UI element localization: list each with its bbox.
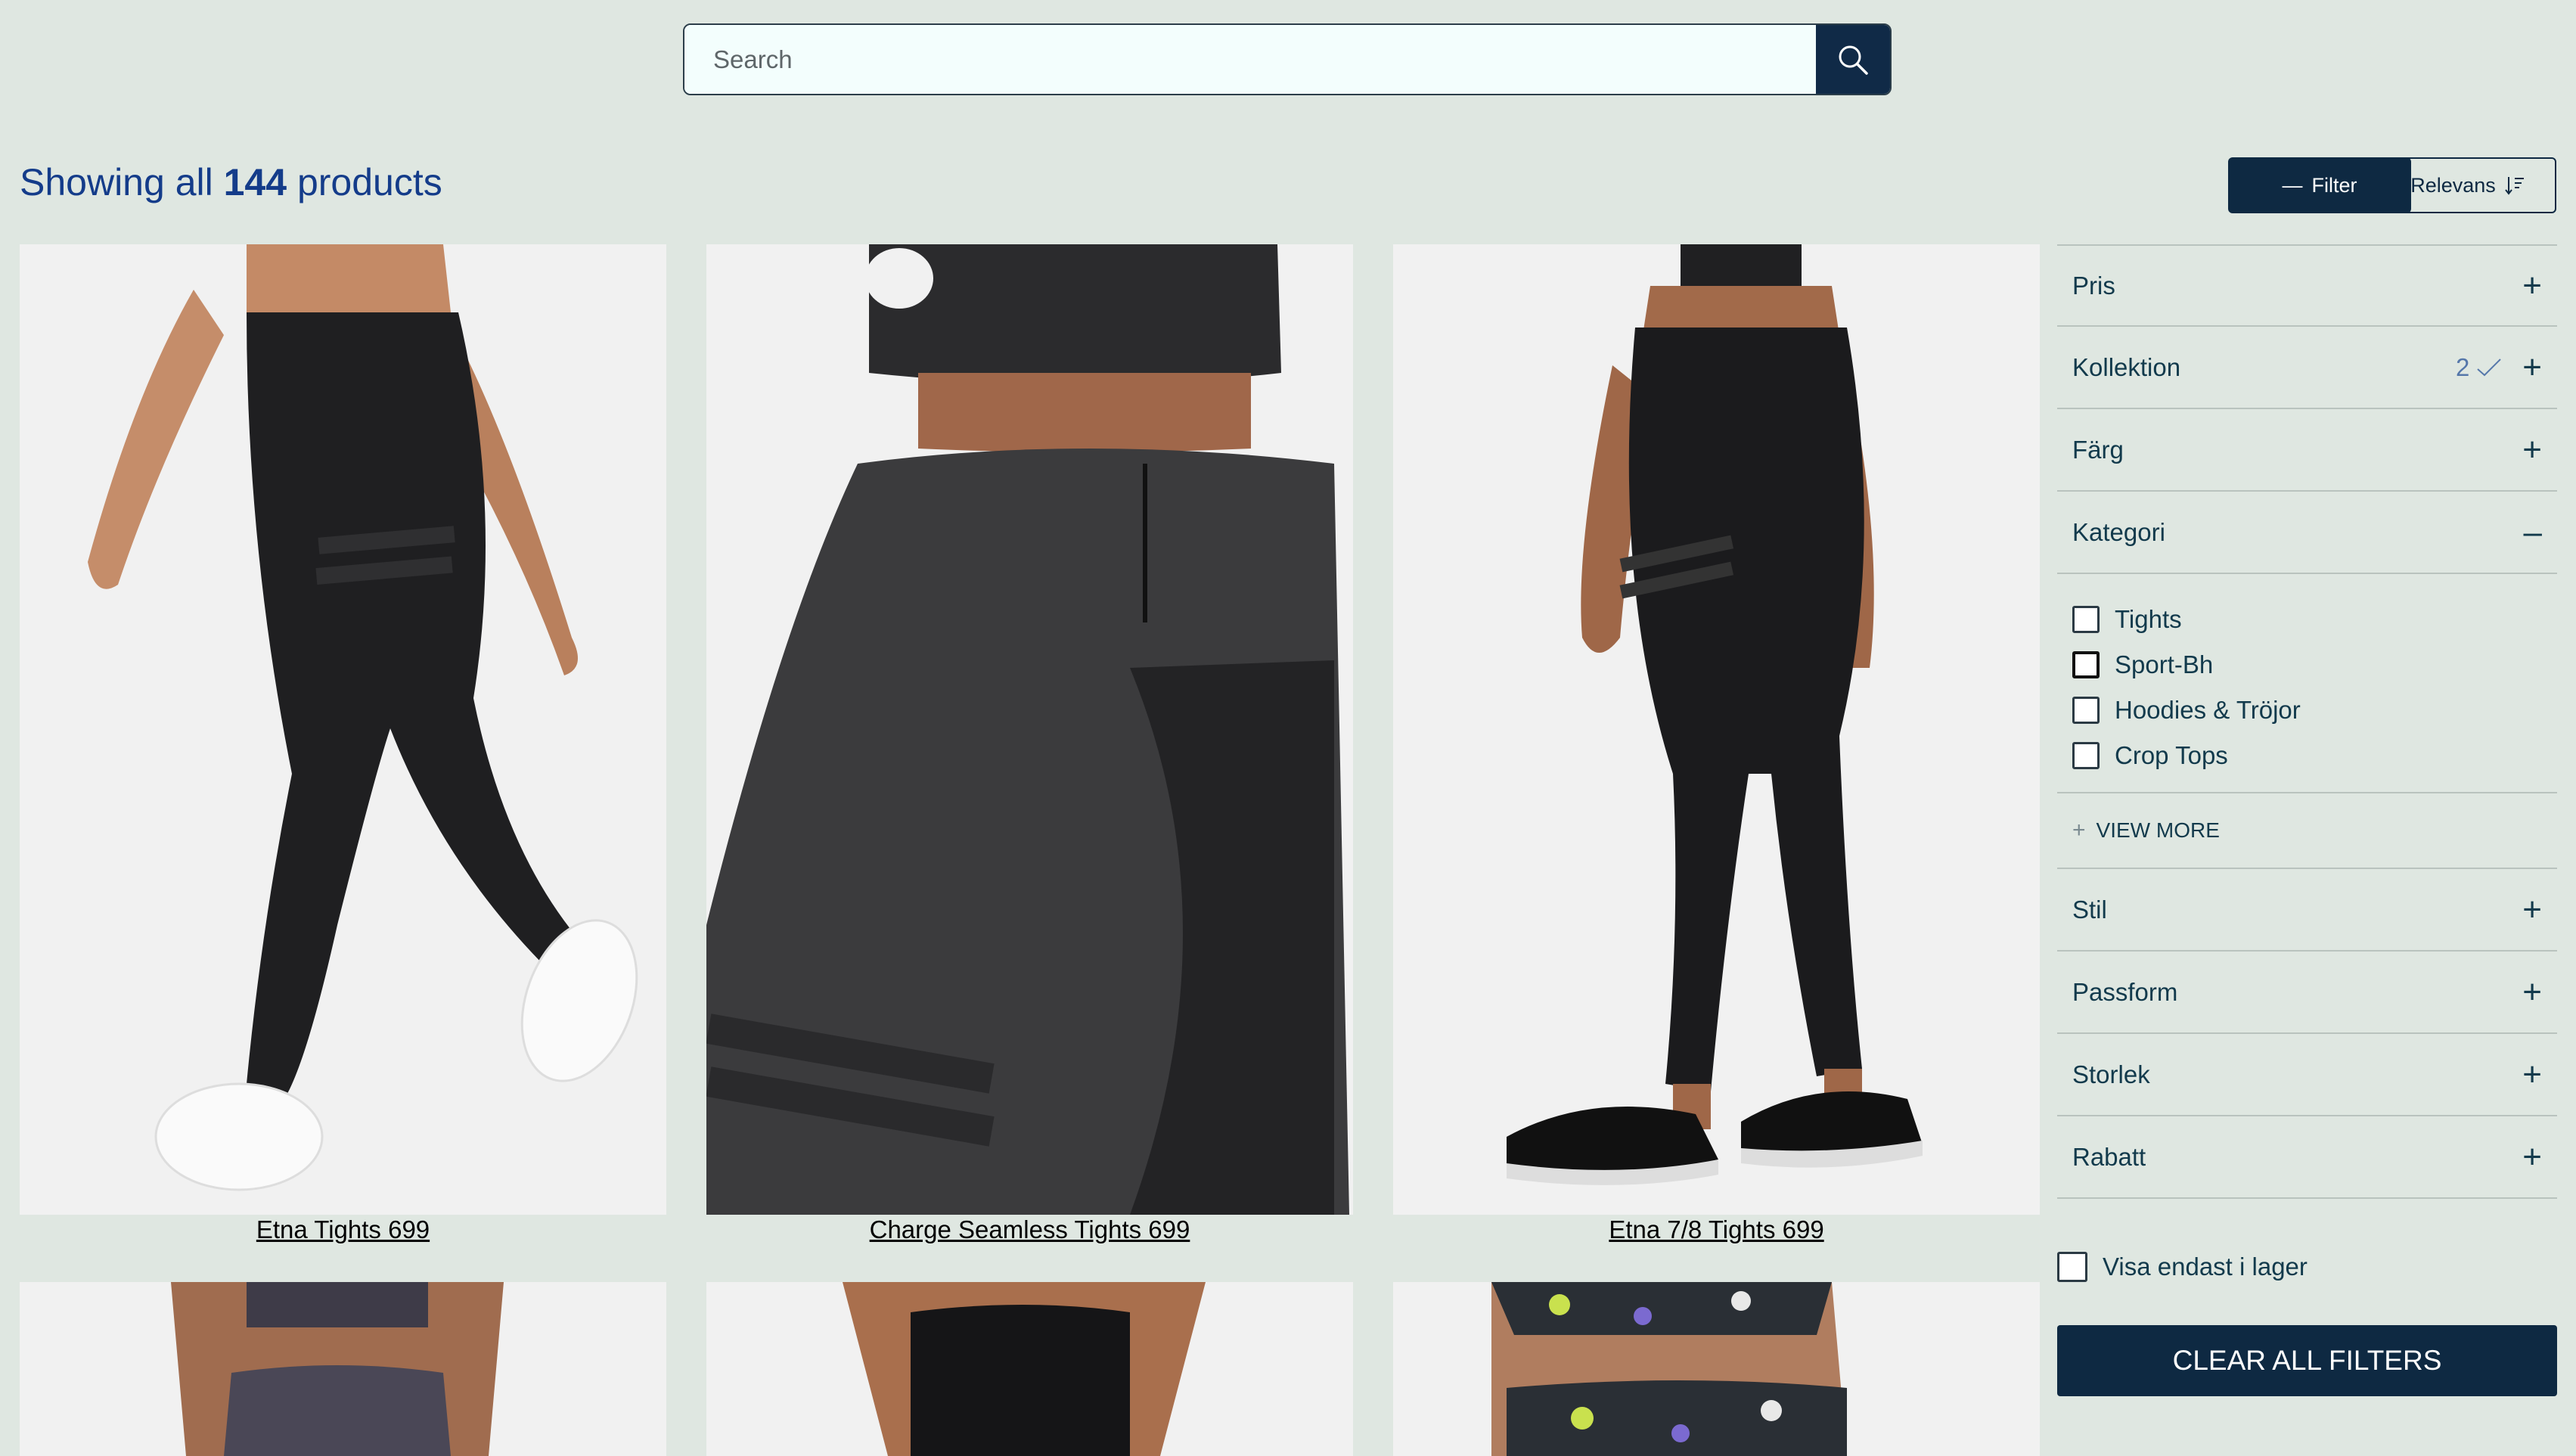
- product-card[interactable]: [20, 1282, 666, 1456]
- in-stock-toggle[interactable]: Visa endast i lager: [2057, 1252, 2308, 1282]
- facet-storlek[interactable]: Storlek +: [2057, 1034, 2557, 1116]
- facet-farg[interactable]: Färg +: [2057, 409, 2557, 492]
- kategori-option-tights[interactable]: Tights: [2072, 597, 2542, 642]
- check-icon: [2477, 358, 2502, 376]
- heading-suffix: products: [296, 161, 442, 203]
- product-card[interactable]: Etna Tights 699: [20, 244, 666, 1245]
- sort-button-label: Relevans: [2410, 173, 2496, 197]
- option-label: Tights: [2115, 605, 2182, 633]
- search-icon: [1839, 45, 1868, 75]
- kategori-options: Tights Sport-Bh Hoodies & Tröjor Crop To…: [2057, 574, 2557, 793]
- facet-label: Passform: [2072, 977, 2178, 1006]
- plus-icon[interactable]: +: [2522, 893, 2542, 927]
- plus-icon[interactable]: +: [2522, 1140, 2542, 1174]
- checkbox[interactable]: [2072, 697, 2100, 724]
- facet-rabatt[interactable]: Rabatt +: [2057, 1116, 2557, 1199]
- in-stock-label: Visa endast i lager: [2103, 1253, 2308, 1281]
- product-count: 144: [223, 161, 287, 203]
- filter-button-label: Filter: [2311, 173, 2357, 197]
- kategori-option-sport-bh[interactable]: Sport-Bh: [2072, 642, 2542, 688]
- product-name[interactable]: Etna Tights 699: [20, 1215, 666, 1245]
- option-label: Sport-Bh: [2115, 650, 2214, 678]
- kategori-option-hoodies[interactable]: Hoodies & Tröjor: [2072, 688, 2542, 733]
- facet-label: Stil: [2072, 895, 2107, 924]
- plus-icon[interactable]: +: [2522, 975, 2542, 1009]
- plus-icon[interactable]: +: [2522, 269, 2542, 303]
- facet-label: Kollektion: [2072, 352, 2181, 381]
- facet-stil[interactable]: Stil +: [2057, 869, 2557, 952]
- plus-icon[interactable]: +: [2522, 433, 2542, 467]
- facet-label: Pris: [2072, 271, 2115, 300]
- checkbox[interactable]: [2057, 1252, 2087, 1282]
- product-card[interactable]: [706, 1282, 1353, 1456]
- option-label: Crop Tops: [2115, 741, 2228, 769]
- product-card[interactable]: Charge Seamless Tights 699: [706, 244, 1353, 1245]
- product-name[interactable]: Etna 7/8 Tights 699: [1393, 1215, 2040, 1245]
- product-name[interactable]: Charge Seamless Tights 699: [706, 1215, 1353, 1245]
- plus-icon[interactable]: +: [2522, 350, 2542, 384]
- kategori-option-crop-tops[interactable]: Crop Tops: [2072, 733, 2542, 778]
- facet-label: Kategori: [2072, 517, 2165, 546]
- view-more-label: VIEW MORE: [2096, 818, 2220, 842]
- facet-label: Färg: [2072, 435, 2124, 464]
- product-image[interactable]: [20, 244, 666, 1215]
- product-image[interactable]: [706, 244, 1353, 1215]
- collapse-icon: —: [2282, 173, 2303, 197]
- facet-kollektion[interactable]: Kollektion 2 +: [2057, 327, 2557, 409]
- facet-label: Storlek: [2072, 1060, 2150, 1088]
- plus-icon: +: [2072, 818, 2086, 843]
- facet-selected-count: 2: [2456, 353, 2503, 382]
- count-value: 2: [2455, 352, 2470, 381]
- product-card[interactable]: [1393, 1282, 2040, 1456]
- checkbox[interactable]: [2072, 651, 2100, 678]
- sort-icon: [2505, 177, 2524, 195]
- results-heading: Showing all 144 products: [20, 160, 442, 204]
- search-input[interactable]: [684, 25, 1816, 94]
- facet-pris[interactable]: Pris +: [2057, 244, 2557, 327]
- search-bar: [683, 23, 1892, 95]
- facet-passform[interactable]: Passform +: [2057, 952, 2557, 1034]
- clear-all-filters-button[interactable]: CLEAR ALL FILTERS: [2057, 1325, 2557, 1396]
- product-card[interactable]: Etna 7/8 Tights 699: [1393, 244, 2040, 1245]
- product-image[interactable]: [706, 1282, 1353, 1456]
- plus-icon[interactable]: +: [2522, 1057, 2542, 1091]
- heading-prefix: Showing all: [20, 161, 213, 203]
- search-button[interactable]: [1816, 25, 1890, 94]
- facet-label: Rabatt: [2072, 1142, 2146, 1171]
- product-image[interactable]: [1393, 244, 2040, 1215]
- checkbox[interactable]: [2072, 742, 2100, 769]
- product-image[interactable]: [1393, 1282, 2040, 1456]
- sort-button[interactable]: Relevans: [2380, 157, 2556, 213]
- view-more-link[interactable]: + VIEW MORE: [2057, 793, 2557, 869]
- product-image[interactable]: [20, 1282, 666, 1456]
- facet-kategori[interactable]: Kategori –: [2057, 492, 2557, 574]
- minus-icon[interactable]: –: [2524, 515, 2542, 549]
- option-label: Hoodies & Tröjor: [2115, 696, 2301, 724]
- checkbox[interactable]: [2072, 606, 2100, 633]
- filter-sidebar: Pris + Kollektion 2 + Färg + Kategori – …: [2057, 244, 2557, 1199]
